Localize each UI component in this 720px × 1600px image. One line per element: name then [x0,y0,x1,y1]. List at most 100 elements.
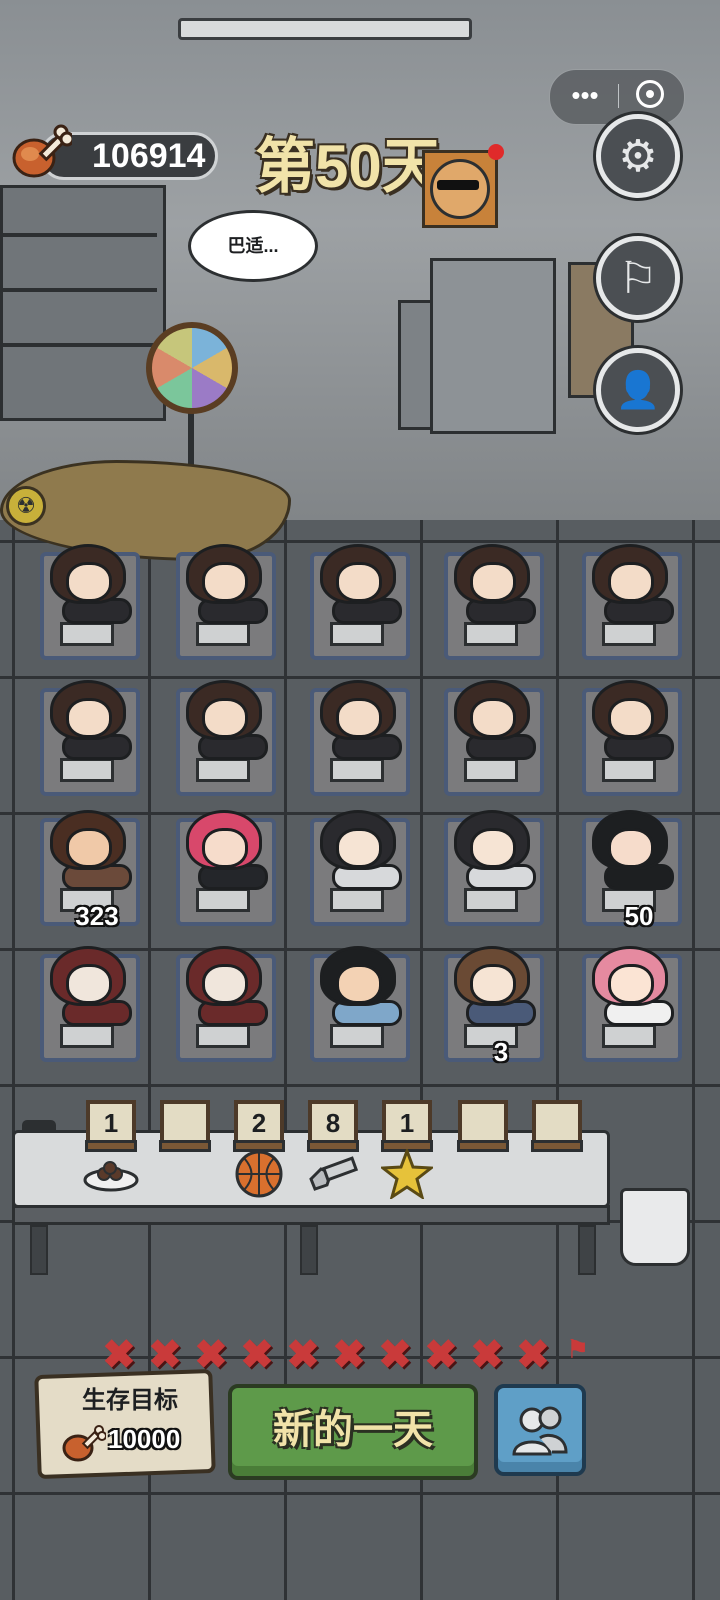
character-count-label: 323 [75,901,119,931]
character-face [470,698,516,738]
name-plate [60,1024,114,1048]
character-face [66,828,112,868]
character-slot[interactable] [436,670,566,800]
name-plate [330,888,384,912]
failed-day-x-icon: ✖ [378,1333,412,1377]
character-face [470,562,516,602]
lucky-wheel[interactable] [146,322,238,414]
basketball-icon[interactable] [230,1150,288,1198]
table-leg [300,1225,318,1275]
character-face [336,562,382,602]
character-face [336,828,382,868]
gear-icon: ⚙ [618,131,658,181]
failed-day-x-icon: ✖ [332,1333,366,1377]
character-slot[interactable]: 50 [574,800,704,931]
goal-flag-icon: ⚑ [566,1334,590,1364]
failed-day-x-icon: ✖ [470,1333,504,1377]
character-face [336,964,382,1004]
chocolate-plate-icon[interactable] [82,1150,140,1198]
character-slot[interactable] [574,670,704,800]
table-leg [30,1225,48,1275]
character-face [608,828,654,868]
name-plate [60,622,114,646]
more-menu-button[interactable]: ••• [565,78,605,114]
name-plate [60,758,114,782]
failed-day-x-icon: ✖ [286,1333,320,1377]
name-plate [196,1024,250,1048]
character-face [608,562,654,602]
character-face [202,562,248,602]
name-plate [196,622,250,646]
character-face [202,964,248,1004]
inventory-slot-base [159,1140,211,1152]
close-target-icon[interactable] [636,80,664,108]
character-face [66,562,112,602]
character-slot[interactable] [32,534,162,664]
name-plate [330,622,384,646]
failed-day-x-icon: ✖ [148,1333,182,1377]
character-face [470,828,516,868]
ceiling-light [178,18,472,40]
character-face [608,964,654,1004]
speech-bubble: 巴适... [188,210,318,282]
name-plate [602,758,656,782]
gold-star-icon[interactable] [378,1149,436,1199]
inventory-slot-base [457,1140,509,1152]
user-search-button[interactable]: 👤 [596,348,680,432]
character-slot[interactable] [32,936,162,1066]
item-table-edge [12,1205,610,1225]
character-slot[interactable] [436,800,566,930]
capsule-divider [618,84,619,108]
failed-day-x-icon: ✖ [240,1333,274,1377]
meat-count: 106914 [92,137,206,175]
name-plate [330,758,384,782]
survival-goal-title: 生存目标 [82,1387,178,1414]
sunglasses-icon [437,180,479,190]
failed-day-x-icon: ✖ [516,1333,550,1377]
character-slot[interactable] [32,670,162,800]
flag-button[interactable]: ⚐ [596,236,680,320]
people-icon [512,1406,568,1456]
npc-avatar[interactable] [422,150,498,228]
bolt-icon[interactable] [304,1150,362,1198]
new-day-button-label[interactable]: 新的一天 [228,1398,478,1462]
character-slot[interactable] [168,670,298,800]
character-slot[interactable] [574,534,704,664]
name-plate [196,888,250,912]
character-face [336,698,382,738]
name-plate [464,758,518,782]
character-slot[interactable] [302,670,432,800]
character-slot[interactable]: 323 [32,800,162,931]
character-slot[interactable] [302,800,432,930]
failed-day-x-icon: ✖ [194,1333,228,1377]
name-plate [464,622,518,646]
name-plate [330,1024,384,1048]
character-face [66,964,112,1004]
radiation-icon: ☢ [6,486,46,526]
character-slot[interactable] [302,936,432,1066]
character-slot[interactable]: 3 [436,936,566,1067]
failed-day-x-icon: ✖ [102,1333,136,1377]
meat-drumstick-icon [62,1425,106,1462]
name-plate [464,888,518,912]
character-slot[interactable] [436,534,566,664]
character-slot[interactable] [168,534,298,664]
character-slot[interactable] [574,936,704,1066]
character-face [608,698,654,738]
character-face [202,828,248,868]
name-plate [602,1024,656,1048]
character-slot[interactable] [302,534,432,664]
character-count-label: 50 [624,901,654,931]
meat-drumstick-icon [12,124,72,178]
character-face [66,698,112,738]
character-face [470,964,516,1004]
settings-button[interactable]: ⚙ [596,114,680,198]
team-button[interactable] [494,1384,586,1476]
failed-day-x-icon: ✖ [424,1333,458,1377]
name-plate [196,758,250,782]
character-slot[interactable] [168,936,298,1066]
npc-face [430,159,490,219]
bucket [620,1188,690,1266]
character-slot[interactable] [168,800,298,930]
character-count-label: 3 [493,1037,509,1067]
